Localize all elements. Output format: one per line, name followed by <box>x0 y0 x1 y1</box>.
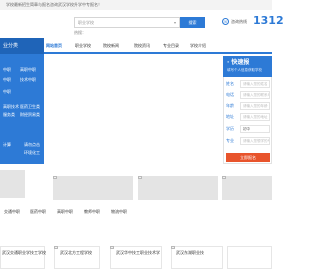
form-label-name: 姓名 <box>226 81 234 86</box>
sidebar-link[interactable]: 中职 <box>3 77 11 83</box>
category-tab[interactable]: 物流中职 <box>111 209 127 215</box>
school-card-title[interactable]: 武汉北方工程学校 <box>60 250 92 256</box>
name-field[interactable]: 请输入您的姓名 <box>240 80 270 88</box>
phone-icon: ☏ <box>222 18 229 25</box>
category-tab[interactable]: 交通中职 <box>4 209 20 215</box>
major-field[interactable]: 请输入您想学的专业 <box>240 137 270 145</box>
broken-image-icon <box>54 246 58 249</box>
nav-item-info[interactable]: 院校资讯 <box>134 38 150 54</box>
banner-image[interactable] <box>0 170 25 198</box>
sidebar-link[interactable]: 高职中职 <box>20 67 36 73</box>
form-label-phone: 电话 <box>226 92 234 97</box>
hot-search-label: 热搜： <box>74 30 86 35</box>
broken-image-icon <box>171 246 175 249</box>
broken-image-icon <box>138 176 142 179</box>
search-placeholder: 职业学校 <box>78 20 94 25</box>
form-label-education: 学历 <box>226 126 234 131</box>
nav-item-news[interactable]: 院校新闻 <box>103 38 119 54</box>
broken-image-icon <box>53 176 57 179</box>
school-card-title[interactable]: 武汉交通职业学技工学校 <box>2 250 46 256</box>
phone-field[interactable]: 请输入您的联系电话 <box>240 91 270 99</box>
hotline-number: 1312 <box>253 14 284 27</box>
top-notice: 学校最新招生简章与报名咨询武汉学校升学中专报名！ <box>6 2 102 7</box>
sidebar-link[interactable]: 中职 <box>3 89 11 95</box>
broken-image-icon <box>110 246 114 249</box>
sidebar-link[interactable]: 中职 <box>3 67 11 73</box>
sidebar-link[interactable]: 请勿点击 <box>24 142 40 148</box>
sidebar-link[interactable]: 计算 <box>3 142 11 148</box>
category-tab[interactable]: 教师中职 <box>84 209 100 215</box>
sidebar-link[interactable]: 服务类 <box>3 112 15 118</box>
category-tab[interactable]: 医药中职 <box>30 209 46 215</box>
search-button[interactable]: 搜索 <box>180 17 205 28</box>
nav-item-home[interactable]: 网站首页 <box>46 38 62 54</box>
form-label-address: 地址 <box>226 114 234 119</box>
submit-button[interactable]: 立即报名 <box>226 153 270 162</box>
sidebar-title: 业分类 <box>0 38 44 54</box>
education-select[interactable]: 初中 <box>240 125 270 133</box>
sidebar-link[interactable]: 技术中职 <box>20 77 36 83</box>
school-card-title[interactable]: 武汉华中技工职业技术学 <box>116 250 160 256</box>
form-subtitle: 填写个人信息获取学校 <box>227 68 262 72</box>
banner-image[interactable] <box>53 176 133 200</box>
chevron-down-icon: ▾ <box>173 20 176 25</box>
broken-image-icon <box>222 176 226 179</box>
nav-item-about[interactable]: 学校介绍 <box>190 38 206 54</box>
nav-item-majors[interactable]: 专业目录 <box>163 38 179 54</box>
banner-image[interactable] <box>138 176 218 200</box>
sidebar-link[interactable]: 医药卫生类 <box>20 104 40 110</box>
banner-area <box>44 56 220 164</box>
address-field[interactable]: 请输入您的地址 <box>240 113 270 121</box>
school-card-title[interactable]: 武汉东湖职业技 <box>176 250 204 256</box>
sidebar-link[interactable]: 环境化工 <box>24 150 40 156</box>
age-field[interactable]: 请输入您的年龄 <box>240 102 270 110</box>
form-title: · 快速报 <box>227 59 250 66</box>
sidebar-link[interactable]: 财经贸易类 <box>20 112 40 118</box>
nav-item-schools[interactable]: 职业学校 <box>75 38 91 54</box>
category-tab[interactable]: 高职中职 <box>57 209 73 215</box>
school-card[interactable] <box>227 246 272 269</box>
form-label-major: 专业 <box>226 138 234 143</box>
banner-image[interactable] <box>222 176 272 200</box>
search-input[interactable]: 职业学校 ▾ <box>74 17 180 28</box>
form-label-age: 年龄 <box>226 103 234 108</box>
sidebar-link[interactable]: 高职技术 <box>3 104 19 110</box>
hotline-label: 咨询热线 <box>231 19 247 24</box>
